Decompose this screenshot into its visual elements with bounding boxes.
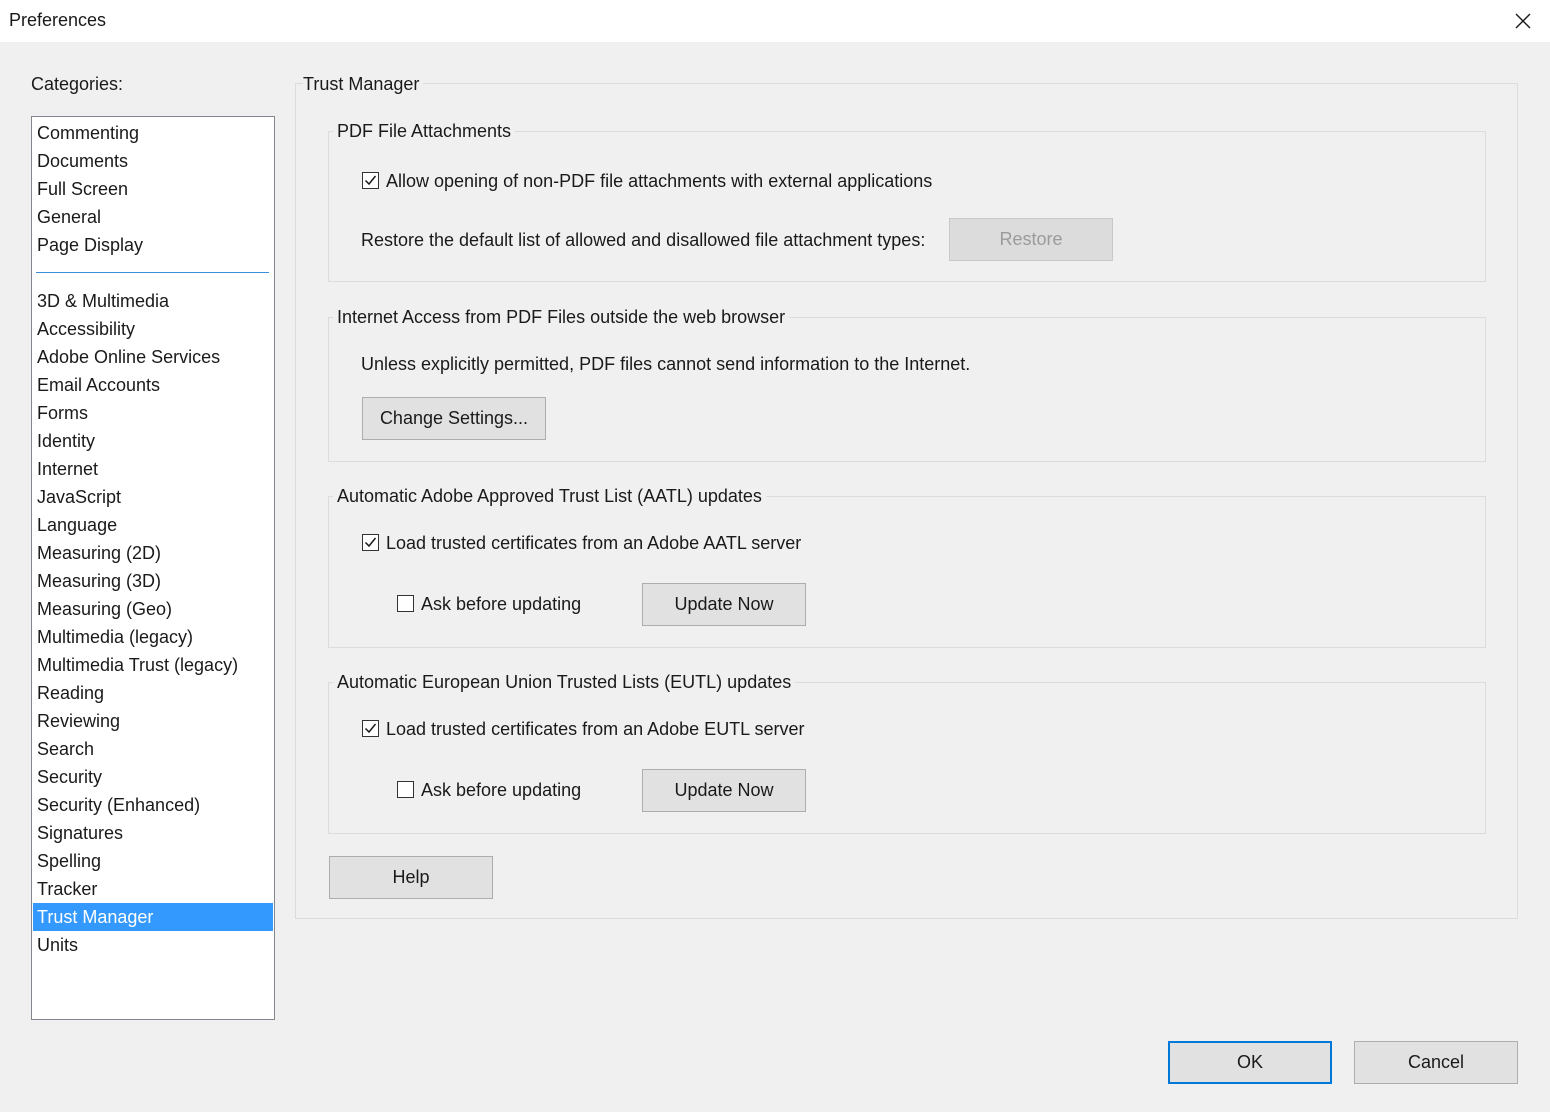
category-item[interactable]: Accessibility <box>33 315 273 343</box>
category-item[interactable]: 3D & Multimedia <box>33 287 273 315</box>
allow-attachments-checkbox[interactable] <box>362 172 379 189</box>
panel-title: Trust Manager <box>303 74 424 95</box>
category-item[interactable]: Documents <box>33 147 273 175</box>
checkmark-icon <box>364 537 377 548</box>
eutl-ask-checkbox[interactable] <box>397 781 414 798</box>
aatl-group <box>328 496 1486 648</box>
allow-attachments-label[interactable]: Allow opening of non-PDF file attachment… <box>386 171 932 192</box>
help-button[interactable]: Help <box>329 856 493 899</box>
aatl-load-label[interactable]: Load trusted certificates from an Adobe … <box>386 533 801 554</box>
category-item[interactable]: Units <box>33 931 273 959</box>
aatl-update-now-button[interactable]: Update Now <box>642 583 806 626</box>
aatl-load-checkbox[interactable] <box>362 534 379 551</box>
category-item[interactable]: Tracker <box>33 875 273 903</box>
close-icon <box>1515 13 1531 29</box>
restore-button[interactable]: Restore <box>949 218 1113 261</box>
checkmark-icon <box>364 723 377 734</box>
category-item[interactable]: JavaScript <box>33 483 273 511</box>
category-item[interactable]: Security <box>33 763 273 791</box>
aatl-title: Automatic Adobe Approved Trust List (AAT… <box>333 486 766 507</box>
attachments-title: PDF File Attachments <box>333 121 516 142</box>
restore-description: Restore the default list of allowed and … <box>361 230 926 250</box>
eutl-load-label[interactable]: Load trusted certificates from an Adobe … <box>386 719 805 740</box>
category-item[interactable]: Language <box>33 511 273 539</box>
categories-list[interactable]: Commenting Documents Full Screen General… <box>31 116 275 1020</box>
category-item[interactable]: Reviewing <box>33 707 273 735</box>
ok-button[interactable]: OK <box>1168 1041 1332 1084</box>
category-item[interactable]: Full Screen <box>33 175 273 203</box>
eutl-ask-label[interactable]: Ask before updating <box>421 780 581 801</box>
eutl-load-checkbox[interactable] <box>362 720 379 737</box>
category-item[interactable]: Measuring (3D) <box>33 567 273 595</box>
category-item[interactable]: Email Accounts <box>33 371 273 399</box>
category-item[interactable]: Security (Enhanced) <box>33 791 273 819</box>
close-button[interactable] <box>1496 0 1550 42</box>
eutl-group <box>328 682 1486 834</box>
category-separator <box>36 272 269 273</box>
category-item-selected[interactable]: Trust Manager <box>33 903 273 931</box>
aatl-ask-checkbox[interactable] <box>397 595 414 612</box>
internet-access-description: Unless explicitly permitted, PDF files c… <box>361 354 971 374</box>
aatl-ask-label[interactable]: Ask before updating <box>421 594 581 615</box>
category-item[interactable]: Reading <box>33 679 273 707</box>
category-item[interactable]: Signatures <box>33 819 273 847</box>
internet-access-title: Internet Access from PDF Files outside t… <box>333 307 790 328</box>
change-settings-button[interactable]: Change Settings... <box>362 397 546 440</box>
category-item[interactable]: Forms <box>33 399 273 427</box>
category-item[interactable]: General <box>33 203 273 231</box>
internet-access-group <box>328 317 1486 462</box>
checkmark-icon <box>364 175 377 186</box>
category-item[interactable]: Measuring (Geo) <box>33 595 273 623</box>
category-item[interactable]: Measuring (2D) <box>33 539 273 567</box>
category-item[interactable]: Commenting <box>33 119 273 147</box>
window-title: Preferences <box>9 10 107 30</box>
category-item[interactable]: Multimedia Trust (legacy) <box>33 651 273 679</box>
title-bar: Preferences <box>0 0 1550 42</box>
category-item[interactable]: Spelling <box>33 847 273 875</box>
eutl-title: Automatic European Union Trusted Lists (… <box>333 672 796 693</box>
category-item[interactable]: Adobe Online Services <box>33 343 273 371</box>
category-item[interactable]: Internet <box>33 455 273 483</box>
category-item[interactable]: Identity <box>33 427 273 455</box>
category-item[interactable]: Page Display <box>33 231 273 259</box>
category-item[interactable]: Multimedia (legacy) <box>33 623 273 651</box>
categories-label: Categories: <box>31 74 124 94</box>
cancel-button[interactable]: Cancel <box>1354 1041 1518 1084</box>
eutl-update-now-button[interactable]: Update Now <box>642 769 806 812</box>
attachments-group <box>328 131 1486 282</box>
category-item[interactable]: Search <box>33 735 273 763</box>
